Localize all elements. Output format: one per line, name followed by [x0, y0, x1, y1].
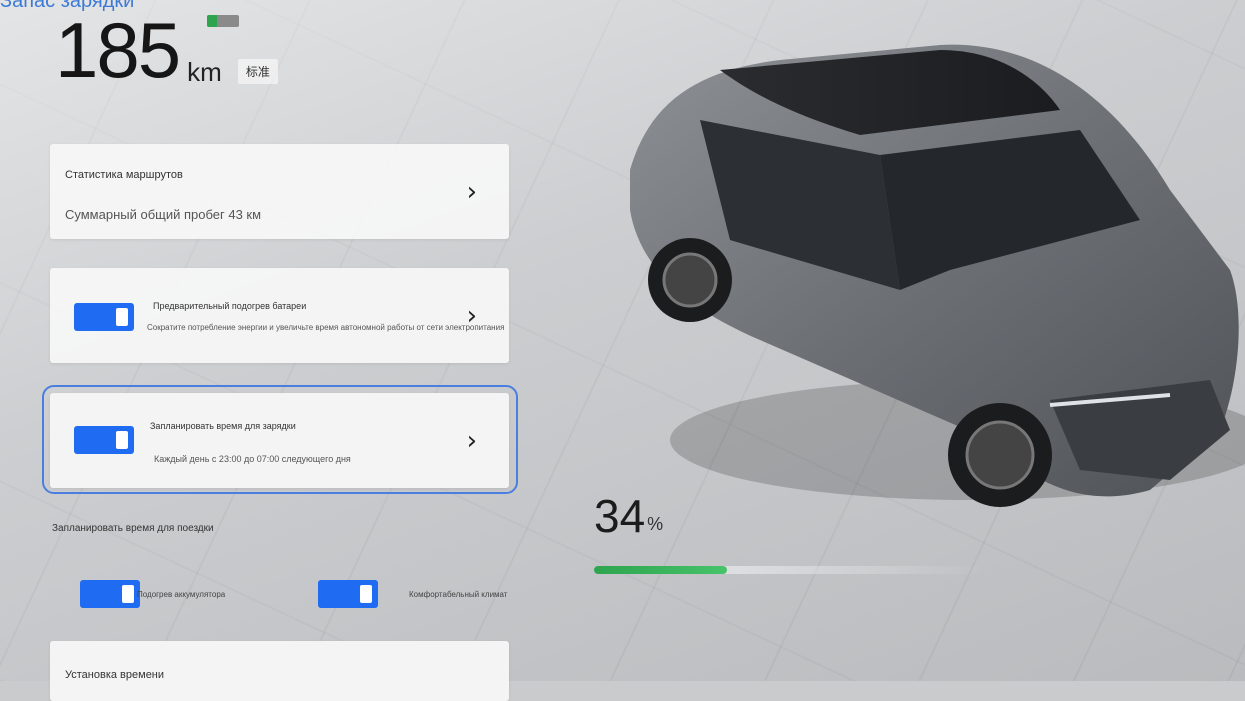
preheat-card[interactable]: Предварительный подогрев батареи Сократи…	[50, 268, 509, 363]
time-setting-card[interactable]: Установка времени	[50, 641, 509, 701]
preheat-description: Сократите потребление энергии и увеличьт…	[147, 323, 505, 332]
trip-section-label: Запланировать время для поездки	[52, 523, 214, 534]
chevron-right-icon: ›	[466, 176, 477, 207]
preheat-title: Предварительный подогрев батареи	[153, 301, 307, 311]
time-setting-title: Установка времени	[65, 669, 165, 681]
battery-progress-fill	[594, 566, 727, 574]
chevron-right-icon: ›	[466, 300, 477, 331]
trip-stats-title: Статистика маршрутов	[65, 169, 183, 181]
car-image	[630, 44, 1245, 507]
battery-heating-toggle[interactable]	[80, 580, 140, 608]
battery-progress-bar	[594, 566, 984, 574]
range-display: 185 km 标准	[55, 10, 278, 90]
selection-highlight	[42, 385, 518, 494]
trip-stats-subtitle: Суммарный общий пробег 43 км	[65, 207, 262, 222]
preheat-toggle[interactable]	[74, 303, 134, 331]
battery-heating-label: Подогрев аккумулятора	[137, 590, 226, 599]
battery-icon	[207, 15, 239, 27]
trip-stats-card[interactable]: Статистика маршрутов Суммарный общий про…	[50, 144, 509, 239]
comfort-climate-toggle[interactable]	[318, 580, 378, 608]
comfort-climate-label: Комфортабельный климат	[409, 590, 508, 599]
range-unit: km	[187, 57, 222, 87]
range-value: 185	[55, 6, 181, 94]
range-mode-badge[interactable]: 标准	[237, 59, 278, 84]
